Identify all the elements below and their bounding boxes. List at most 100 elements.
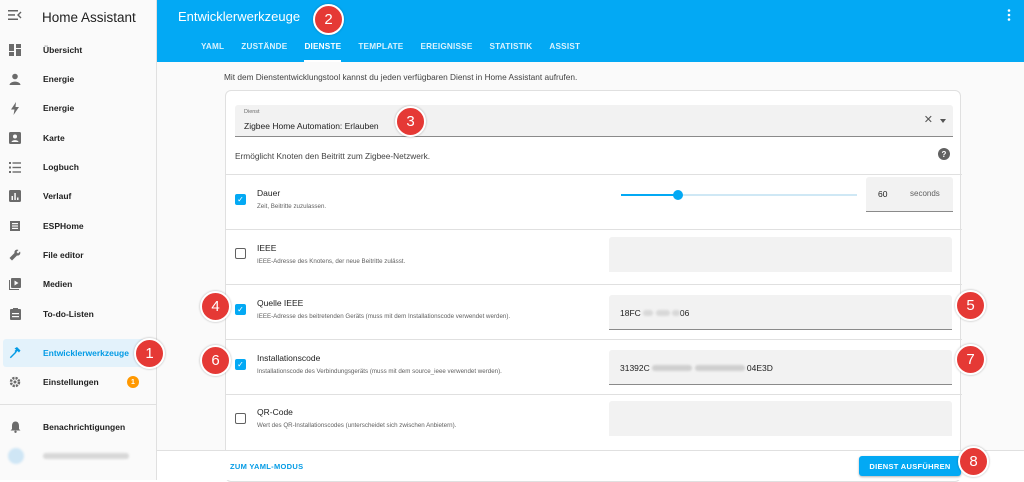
install-code-input[interactable]: 31392C 04E3D (609, 350, 952, 385)
top-app-bar: Entwicklerwerkzeuge YAML ZUSTÄNDE DIENST… (157, 0, 1024, 62)
annotation-marker-7: 7 (955, 344, 986, 375)
param-row-quelle-ieee: ✓ Quelle IEEE IEEE-Adresse des beitreten… (226, 284, 962, 339)
map-icon (8, 131, 22, 145)
sidebar-item-entwicklerwerkzeuge[interactable]: Entwicklerwerkzeuge (3, 339, 153, 367)
param-description: Wert des QR-Installationscodes (untersch… (257, 422, 457, 429)
duration-slider[interactable] (621, 190, 857, 200)
annotation-marker-8: 8 (958, 446, 989, 477)
tab-ereignisse[interactable]: EREIGNISSE (420, 42, 472, 62)
hammer-icon (8, 346, 22, 360)
sidebar-item-esphome[interactable]: ESPHome (0, 212, 157, 240)
sidebar-item-label: Logbuch (43, 162, 79, 172)
duration-input[interactable]: 60 seconds (866, 177, 953, 212)
annotation-marker-1: 1 (134, 338, 165, 369)
sidebar-item-karte[interactable]: Karte (0, 124, 157, 152)
param-name: IEEE (257, 243, 277, 253)
tab-dienste[interactable]: DIENSTE (304, 42, 342, 62)
annotation-marker-5: 5 (955, 290, 986, 321)
sidebar-item-energie-2[interactable]: Energie (0, 94, 157, 122)
param-checkbox-ieee[interactable] (235, 248, 246, 259)
sidebar-divider (0, 404, 157, 405)
sidebar-item-einstellungen[interactable]: Einstellungen 1 (0, 368, 157, 396)
param-checkbox-quelle-ieee[interactable]: ✓ (235, 304, 246, 315)
chart-icon (8, 189, 22, 203)
source-ieee-input[interactable]: 18FC 06 (609, 295, 952, 330)
overflow-menu-icon[interactable] (1006, 9, 1012, 21)
sidebar-item-label: File editor (43, 250, 84, 260)
sidebar-item-user[interactable] (0, 442, 157, 470)
sidebar-item-todo[interactable]: To-do-Listen (0, 300, 157, 328)
sidebar-item-logbuch[interactable]: Logbuch (0, 153, 157, 181)
param-row-dauer: ✓ Dauer Zeit, Beitritte zuzulassen. 60 s… (226, 174, 962, 229)
source-ieee-value: 18FC 06 (620, 308, 690, 318)
help-icon[interactable]: ? (938, 148, 950, 160)
annotation-marker-6: 6 (200, 345, 231, 376)
action-bar: ZUM YAML-MODUS DIENST AUSFÜHREN (157, 450, 1024, 480)
intro-text: Mit dem Dienstentwicklungstool kannst du… (224, 72, 578, 82)
run-service-button[interactable]: DIENST AUSFÜHREN (859, 456, 961, 476)
clipboard-icon (8, 307, 22, 321)
sidebar-item-label: ESPHome (43, 221, 84, 231)
param-checkbox-dauer[interactable]: ✓ (235, 194, 246, 205)
wrench-icon (8, 248, 22, 262)
service-card: Dienst Zigbee Home Automation: Erlauben … (225, 90, 962, 482)
slider-fill (621, 194, 678, 196)
sidebar: Home Assistant Übersicht Energie Energie… (0, 0, 157, 480)
annotation-marker-2: 2 (313, 4, 344, 35)
param-name: Installationscode (257, 353, 321, 363)
tab-yaml[interactable]: YAML (201, 42, 224, 62)
sidebar-item-label: Karte (43, 133, 65, 143)
notification-badge: 1 (127, 376, 139, 388)
param-checkbox-installationscode[interactable]: ✓ (235, 359, 246, 370)
chevron-down-icon[interactable] (940, 119, 946, 123)
duration-unit: seconds (910, 189, 940, 198)
tab-template[interactable]: TEMPLATE (358, 42, 403, 62)
sidebar-item-file-editor[interactable]: File editor (0, 241, 157, 269)
sidebar-header: Home Assistant (0, 0, 156, 34)
sidebar-item-verlauf[interactable]: Verlauf (0, 182, 157, 210)
param-row-ieee: IEEE IEEE-Adresse des Knotens, der neue … (226, 229, 962, 284)
esphome-icon (8, 219, 22, 233)
page-title: Entwicklerwerkzeuge (178, 9, 301, 24)
sidebar-item-medien[interactable]: Medien (0, 270, 157, 298)
sidebar-item-label: Verlauf (43, 191, 72, 201)
user-name-blurred (43, 451, 129, 461)
dashboard-icon (8, 43, 22, 57)
param-name: Dauer (257, 188, 281, 198)
param-description: Zeit, Beitritte zuzulassen. (257, 203, 327, 210)
sidebar-item-label: Übersicht (43, 45, 83, 55)
avatar (8, 448, 24, 464)
tab-zustaende[interactable]: ZUSTÄNDE (241, 42, 287, 62)
sidebar-item-label: Entwicklerwerkzeuge (43, 348, 129, 358)
clear-icon[interactable]: ✕ (924, 114, 933, 126)
app-title: Home Assistant (42, 9, 136, 25)
tab-assist[interactable]: ASSIST (549, 42, 580, 62)
param-row-qr-code: QR-Code Wert des QR-Installationscodes (… (226, 394, 962, 454)
tab-statistik[interactable]: STATISTIK (490, 42, 533, 62)
sidebar-item-label: Einstellungen (43, 377, 99, 387)
media-icon (8, 277, 22, 291)
service-field-value: Zigbee Home Automation: Erlauben (244, 121, 379, 131)
sidebar-item-uebersicht[interactable]: Übersicht (0, 36, 157, 64)
service-description: Ermöglicht Knoten den Beitritt zum Zigbe… (235, 151, 431, 161)
sidebar-item-label: To-do-Listen (43, 309, 94, 319)
menu-collapse-icon[interactable] (8, 9, 24, 25)
ieee-input[interactable] (609, 237, 952, 272)
service-select[interactable]: Dienst Zigbee Home Automation: Erlauben … (235, 105, 953, 137)
param-row-installationscode: ✓ Installationscode Installationscode de… (226, 339, 962, 394)
sidebar-item-energie-1[interactable]: Energie (0, 65, 157, 93)
person-icon (8, 72, 22, 86)
yaml-mode-button[interactable]: ZUM YAML-MODUS (230, 462, 303, 471)
param-description: IEEE-Adresse des Knotens, der neue Beitr… (257, 258, 406, 265)
param-checkbox-qr-code[interactable] (235, 413, 246, 424)
duration-value: 60 (878, 189, 888, 199)
qr-code-input[interactable] (609, 401, 952, 436)
sidebar-item-label: Medien (43, 279, 73, 289)
param-description: IEEE-Adresse des beitretenden Geräts (mu… (257, 313, 511, 320)
service-field-label: Dienst (244, 109, 260, 115)
main-content: Mit dem Dienstentwicklungstool kannst du… (157, 62, 1024, 482)
slider-handle[interactable] (672, 190, 683, 200)
sidebar-item-notifications[interactable]: Benachrichtigungen (0, 413, 157, 441)
install-code-value: 31392C 04E3D (620, 363, 773, 373)
annotation-marker-3: 3 (395, 106, 426, 137)
